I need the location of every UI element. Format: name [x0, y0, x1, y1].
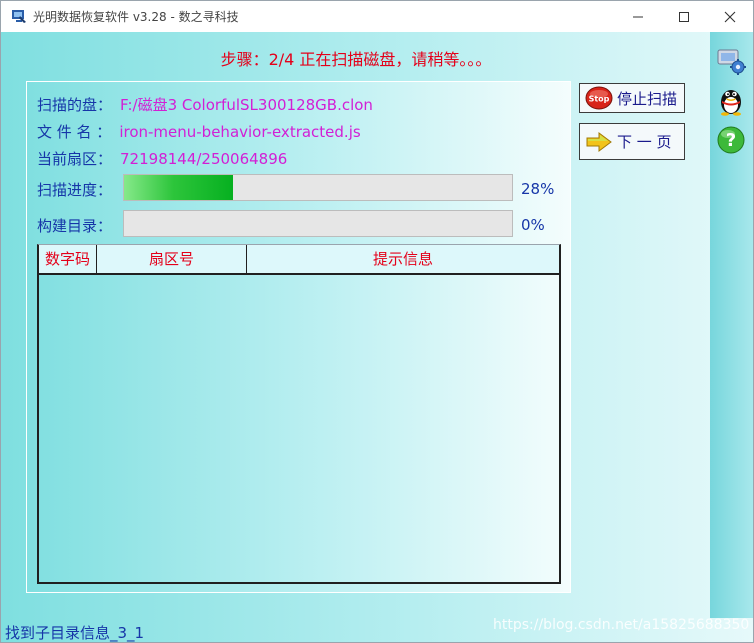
build-progress-label: 构建目录： [37, 217, 113, 235]
stop-scan-label: 停止扫描 [617, 89, 678, 108]
disk-row: 扫描的盘： F:/磁盘3 ColorfulSL300128GB.clon [37, 94, 373, 115]
close-button[interactable] [707, 1, 753, 32]
app-window: 光明数据恢复软件 v3.28 - 数之寻科技 步骤：2/4 正在扫描磁盘，请稍等… [0, 0, 754, 643]
results-table[interactable]: 数字码 扇区号 提示信息 [37, 244, 561, 584]
next-page-button[interactable]: 下 一 页 [579, 123, 685, 160]
stop-icon: Stop [585, 86, 613, 110]
sidebar: ? [710, 32, 753, 618]
column-header-info[interactable]: 提示信息 [247, 245, 559, 273]
stop-scan-button[interactable]: Stop 停止扫描 [579, 83, 685, 113]
step-title: 步骤：2/4 正在扫描磁盘，请稍等。。。 [220, 50, 492, 69]
stop-icon-text: Stop [589, 95, 610, 104]
file-row: 文 件 名 ： iron-menu-behavior-extracted.js [37, 121, 361, 142]
status-text: 找到子目录信息_3_1 [5, 624, 145, 642]
watermark: https://blog.csdn.net/a15825688350 [493, 617, 750, 633]
help-icon-glyph: ? [726, 130, 736, 151]
scan-progress-label: 扫描进度： [37, 181, 113, 199]
arrow-right-icon [586, 131, 612, 152]
build-progress-percent: 0% [521, 216, 545, 234]
column-header-sector[interactable]: 扇区号 [97, 245, 247, 273]
settings-icon[interactable] [715, 44, 747, 76]
window-title: 光明数据恢复软件 v3.28 - 数之寻科技 [33, 10, 239, 24]
maximize-icon [679, 11, 689, 22]
sector-label: 当前扇区： [37, 150, 113, 168]
help-icon[interactable]: ? [715, 124, 747, 156]
table-body[interactable] [39, 275, 559, 582]
close-icon [724, 11, 736, 22]
column-header-code[interactable]: 数字码 [39, 245, 97, 273]
client-area: 步骤：2/4 正在扫描磁盘，请稍等。。。 扫描的盘： F:/磁盘3 Colorfu… [1, 32, 753, 642]
file-value: iron-menu-behavior-extracted.js [119, 123, 361, 141]
disk-label: 扫描的盘： [37, 96, 113, 114]
next-page-label: 下 一 页 [617, 133, 672, 151]
scan-progress-bar [123, 174, 513, 201]
app-icon [12, 10, 26, 23]
sector-value: 72198144/250064896 [120, 150, 288, 168]
build-progress-bar [123, 210, 513, 237]
minimize-icon [633, 16, 643, 17]
title-bar[interactable]: 光明数据恢复软件 v3.28 - 数之寻科技 [1, 1, 753, 32]
file-label: 文 件 名 ： [37, 123, 112, 141]
disk-value: F:/磁盘3 ColorfulSL300128GB.clon [120, 96, 373, 114]
scan-progress-fill [124, 175, 233, 200]
table-header: 数字码 扇区号 提示信息 [39, 245, 559, 275]
minimize-button[interactable] [615, 1, 661, 32]
sector-row: 当前扇区： 72198144/250064896 [37, 148, 287, 169]
scan-panel: 扫描的盘： F:/磁盘3 ColorfulSL300128GB.clon 文 件 … [26, 81, 571, 593]
maximize-button[interactable] [661, 1, 707, 32]
qq-penguin-icon[interactable] [715, 84, 747, 116]
scan-progress-percent: 28% [521, 180, 555, 198]
